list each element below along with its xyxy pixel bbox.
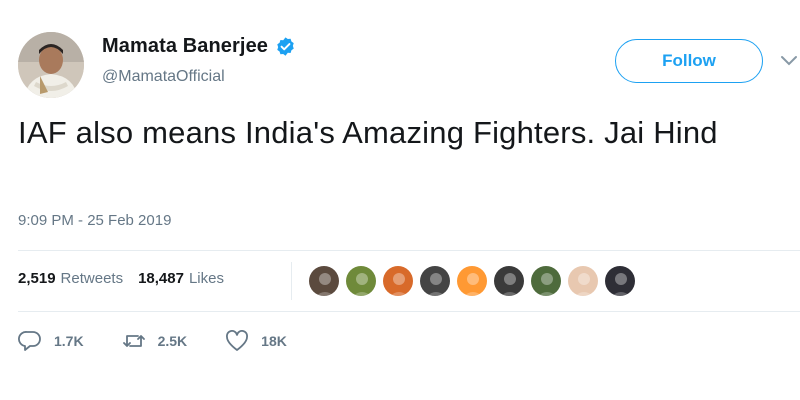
reply-icon bbox=[18, 331, 41, 351]
like-button[interactable]: 18K bbox=[225, 330, 287, 352]
liker-avatar-7[interactable] bbox=[530, 265, 562, 297]
author-name-row[interactable]: Mamata Banerjee bbox=[102, 35, 296, 58]
tweet-header: Mamata Banerjee @MamataOfficial Follow bbox=[18, 30, 797, 98]
liker-avatar-2[interactable] bbox=[345, 265, 377, 297]
liker-avatar-6[interactable] bbox=[493, 265, 525, 297]
likes-count: 18,487 bbox=[138, 270, 184, 287]
liker-photo-icon bbox=[346, 266, 376, 296]
liker-photo-icon bbox=[494, 266, 524, 296]
reply-count: 1.7K bbox=[54, 333, 84, 349]
liker-avatar-1[interactable] bbox=[308, 265, 340, 297]
retweet-button[interactable]: 2.5K bbox=[122, 330, 188, 352]
liker-photo-icon bbox=[457, 266, 487, 296]
tweet-timestamp[interactable]: 9:09 PM - 25 Feb 2019 bbox=[18, 212, 171, 229]
profile-photo-icon bbox=[18, 32, 84, 98]
reply-button[interactable]: 1.7K bbox=[18, 330, 84, 352]
tweet-actions: 1.7K 2.5K 18K bbox=[18, 330, 325, 352]
liker-photo-icon bbox=[383, 266, 413, 296]
follow-button[interactable]: Follow bbox=[615, 39, 763, 83]
liker-photo-icon bbox=[531, 266, 561, 296]
liker-photo-icon bbox=[568, 266, 598, 296]
liker-photo-icon bbox=[605, 266, 635, 296]
liker-avatar-8[interactable] bbox=[567, 265, 599, 297]
heart-icon bbox=[226, 330, 249, 351]
stats-separator bbox=[291, 262, 292, 300]
avatar[interactable] bbox=[18, 32, 84, 98]
retweet-count: 2.5K bbox=[157, 333, 188, 349]
liker-avatar-4[interactable] bbox=[419, 265, 451, 297]
likes-label: Likes bbox=[188, 270, 224, 287]
liker-photo-icon bbox=[420, 266, 450, 296]
divider bbox=[18, 311, 800, 312]
retweets-count: 2,519 bbox=[18, 270, 56, 287]
retweets-stat[interactable]: 2,519 Retweets bbox=[18, 270, 123, 287]
like-count: 18K bbox=[261, 333, 287, 349]
tweet-text: IAF also means India's Amazing Fighters.… bbox=[18, 115, 718, 150]
chevron-down-icon[interactable] bbox=[780, 55, 798, 67]
liker-avatars bbox=[308, 265, 641, 297]
author-name[interactable]: Mamata Banerjee bbox=[102, 35, 268, 58]
liker-avatar-9[interactable] bbox=[604, 265, 636, 297]
liker-avatar-5[interactable] bbox=[456, 265, 488, 297]
divider bbox=[18, 250, 800, 251]
tweet-stats: 2,519 Retweets 18,487 Likes bbox=[18, 270, 224, 287]
retweet-icon bbox=[122, 335, 145, 347]
verified-badge-icon bbox=[277, 37, 294, 56]
author-handle[interactable]: @MamataOfficial bbox=[102, 68, 225, 86]
retweets-label: Retweets bbox=[60, 270, 124, 287]
liker-avatar-3[interactable] bbox=[382, 265, 414, 297]
likes-stat[interactable]: 18,487 Likes bbox=[138, 270, 224, 287]
liker-photo-icon bbox=[309, 266, 339, 296]
